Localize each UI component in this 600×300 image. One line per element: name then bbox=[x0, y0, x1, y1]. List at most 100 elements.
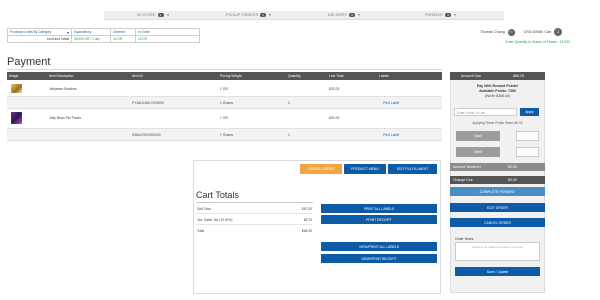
chevron-down-icon bbox=[454, 14, 457, 16]
line-total: $32.00 bbox=[329, 87, 340, 91]
pricing-weight: 7 GR bbox=[220, 116, 228, 120]
equivalency-header: Equivalency bbox=[71, 28, 111, 36]
tax-label: Tax: Sales Tax (15.00%) bbox=[197, 218, 233, 222]
category-select[interactable]: Purchase Limits By Category bbox=[7, 28, 72, 36]
print-label-link[interactable]: Print Label bbox=[383, 133, 399, 137]
cart-totals-title: Cart Totals bbox=[196, 190, 239, 200]
in-order-value: 14 GR bbox=[135, 35, 200, 43]
subtotal-label: Sub Total bbox=[197, 207, 211, 211]
ordered-value: 14 GR bbox=[110, 35, 136, 43]
save-update-button[interactable]: Save / Update bbox=[455, 267, 540, 276]
col-labels: Labels bbox=[379, 74, 389, 78]
order-notes-label: Order Notes bbox=[455, 237, 474, 241]
change-due-value: $0.00 bbox=[508, 178, 517, 182]
subtotal-value: $57.00 bbox=[301, 207, 312, 211]
applying-points-text: Applying These Points Saves $0.00 bbox=[472, 121, 523, 125]
edit-fulfillment-button[interactable]: EDIT FULFILLMENT bbox=[388, 164, 437, 174]
chevron-down-icon bbox=[358, 14, 361, 16]
cancel-order-button[interactable]: CANCEL ORDER bbox=[300, 164, 342, 174]
product-image bbox=[11, 84, 22, 93]
nav-delivery[interactable]: DELIVERY 0 bbox=[328, 13, 361, 17]
nav-pickup-label: PICKUP ORDERS bbox=[226, 13, 259, 17]
col-item-id: Item ID bbox=[132, 74, 143, 78]
product-menu-button[interactable]: PRODUCT MENU bbox=[344, 164, 386, 174]
nav-pickup-orders[interactable]: PICKUP ORDERS 0 bbox=[226, 13, 272, 17]
cash-amount-input[interactable] bbox=[516, 131, 539, 141]
reward-points-input[interactable]: Enter Points To Use bbox=[454, 108, 517, 116]
nav-payment[interactable]: PAYMENT 0 bbox=[425, 13, 457, 17]
in-order-header: In Order bbox=[135, 28, 200, 36]
table-subrow: S36ULSEX000018 7 Grams 1 Print Label bbox=[7, 129, 442, 141]
cart-id: CRD.00068: Cart bbox=[523, 30, 552, 34]
amount-tendered-value: $0.00 bbox=[508, 165, 517, 169]
amount-tendered-row: Amount Tendered $0.00 bbox=[450, 163, 545, 171]
cart-total-row: Sub Total $57.00 bbox=[196, 205, 313, 214]
debit-button[interactable]: Debit bbox=[456, 147, 500, 157]
item-id: FYJALIUWL7003092 bbox=[132, 101, 164, 105]
title-divider bbox=[7, 69, 442, 70]
amount-tendered-label: Amount Tendered bbox=[453, 165, 481, 169]
table-row: Jelly Bean Per Packs 7 GR $30.00 bbox=[7, 109, 442, 129]
sub-weight: 1 Grams bbox=[220, 101, 233, 105]
cart-count-badge[interactable]: 2 bbox=[554, 28, 563, 36]
col-description: Item Description bbox=[49, 74, 74, 78]
product-description: Jellybean Buddies bbox=[49, 87, 77, 91]
equivalency-value: 28,000 GR / 1 day bbox=[71, 35, 111, 43]
col-image: Image bbox=[9, 74, 19, 78]
product-description: Jelly Bean Per Packs bbox=[49, 116, 82, 120]
panel-cancel-order-button[interactable]: CANCEL ORDER bbox=[450, 218, 545, 227]
amount-due-bar: Amount Due $66.25 bbox=[450, 72, 545, 80]
reward-title: Pay With Reward Points! bbox=[476, 84, 519, 88]
debit-amount-input[interactable] bbox=[516, 147, 539, 157]
avatar[interactable] bbox=[507, 28, 515, 36]
complete-payment-button[interactable]: COMPLETE PAYMENT bbox=[450, 187, 545, 196]
table-subrow: FYJALIUWL7003092 1 Grams 2 Print Label bbox=[7, 97, 442, 109]
order-notes-textarea[interactable]: Notes to be added to bottom of receipt bbox=[455, 242, 540, 261]
col-line-total: Line Total bbox=[329, 74, 344, 78]
view-print-receipt-button[interactable]: VIEW/PRINT RECEIPT bbox=[321, 254, 437, 263]
line-total: $30.00 bbox=[329, 116, 340, 120]
pricing-weight: 2 GR bbox=[220, 87, 228, 91]
view-print-all-labels-button[interactable]: VIEW/PRINT ALL LABELS bbox=[321, 242, 437, 251]
print-receipt-button[interactable]: PRINT RECEIPT bbox=[321, 215, 437, 224]
sub-weight: 7 Grams bbox=[220, 133, 233, 137]
category-select-label: Purchase Limits By Category bbox=[10, 30, 52, 34]
col-quantity: Quantity bbox=[288, 74, 301, 78]
amount-due-value: $66.25 bbox=[513, 74, 524, 78]
top-nav: IN STORE 2 PICKUP ORDERS 0 DELIVERY 0 PA… bbox=[104, 11, 504, 20]
chevron-down-icon bbox=[67, 32, 69, 34]
nav-delivery-count: 0 bbox=[349, 13, 356, 17]
change-due-row: Change Due $0.00 bbox=[450, 176, 545, 184]
item-id: S36ULSEX000018 bbox=[132, 133, 161, 137]
nav-in-store-count: 2 bbox=[157, 13, 164, 17]
chevron-down-icon bbox=[269, 14, 272, 16]
cart-total-row: Total $66.25 bbox=[196, 227, 313, 236]
sub-quantity: 1 bbox=[288, 133, 290, 137]
nav-pickup-count: 0 bbox=[260, 13, 267, 17]
nav-in-store[interactable]: IN STORE 2 bbox=[137, 13, 169, 17]
product-image bbox=[11, 112, 22, 124]
sub-quantity: 2 bbox=[288, 101, 290, 105]
page-title: Payment bbox=[7, 56, 51, 68]
available-points: Available Points: 7380 bbox=[479, 89, 516, 93]
chevron-down-icon bbox=[166, 14, 169, 16]
print-all-labels-button[interactable]: PRINT ALL LABELS bbox=[321, 204, 437, 213]
total-label: Total bbox=[197, 229, 204, 233]
edit-order-button[interactable]: EDIT ORDER bbox=[450, 203, 545, 212]
nav-payment-count: 0 bbox=[445, 13, 452, 17]
apply-points-button[interactable]: Apply bbox=[520, 108, 539, 116]
limit-row-label: Limit and Totals bbox=[7, 35, 72, 43]
purchase-limits-table: Purchase Limits By Category Equivalency … bbox=[7, 28, 200, 43]
nav-in-store-label: IN STORE bbox=[137, 13, 156, 17]
ordered-header: Ordered bbox=[110, 28, 136, 36]
change-due-label: Change Due bbox=[453, 178, 473, 182]
total-value: $66.25 bbox=[301, 229, 312, 233]
cash-button[interactable]: Cash bbox=[456, 131, 500, 141]
product-table: Image Item Description Item ID Pricing W… bbox=[7, 72, 442, 141]
col-pricing-weight: Pricing Weight bbox=[220, 74, 242, 78]
points-worth: (Worth $368.40) bbox=[484, 94, 511, 98]
table-header: Image Item Description Item ID Pricing W… bbox=[7, 72, 442, 80]
user-name: Thomas Chang bbox=[480, 30, 505, 34]
print-label-link[interactable]: Print Label bbox=[383, 101, 399, 105]
nav-payment-label: PAYMENT bbox=[425, 13, 444, 17]
